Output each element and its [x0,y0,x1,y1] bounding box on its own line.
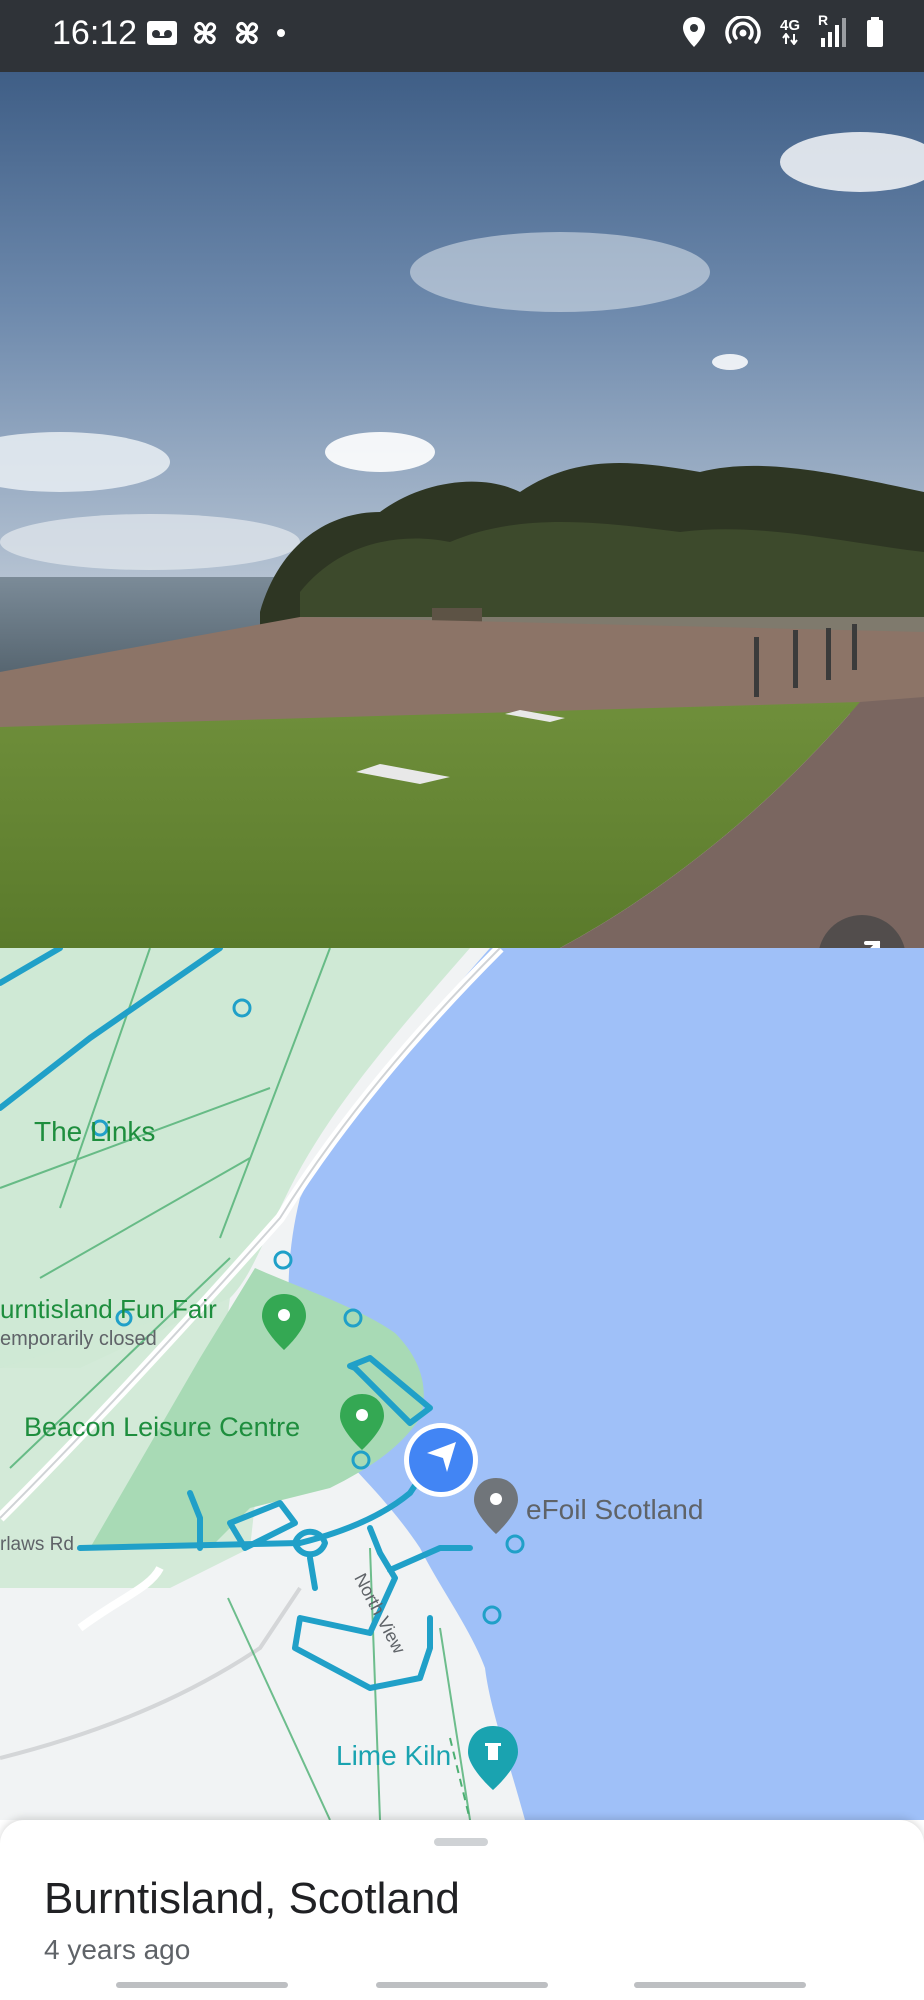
hotspot-icon [725,16,761,44]
map-label-efoil-scotland[interactable]: eFoil Scotland [526,1494,703,1526]
place-title: Burntisland, Scotland [44,1874,460,1923]
battery-icon [867,17,883,47]
signal-icon [821,18,846,47]
dot-icon [277,29,285,37]
nav-indicator-right [634,1982,806,1988]
map-label-road: rlaws Rd [0,1534,74,1555]
expand-icon [864,941,880,948]
map-label-the-links[interactable]: The Links [34,1116,155,1148]
street-view-panorama[interactable] [0,72,924,948]
map-label-leisure-centre[interactable]: Beacon Leisure Centre [24,1412,300,1443]
map-view[interactable]: The Links urntisland Fun Fair emporarily… [0,948,924,1820]
current-location-marker [404,1423,478,1497]
place-bottom-sheet[interactable]: Burntisland, Scotland 4 years ago [0,1820,924,2000]
status-time: 16:12 [52,14,138,52]
place-date: 4 years ago [44,1934,191,1965]
lime-kiln-pin[interactable] [468,1726,518,1790]
voicemail-icon [147,21,177,45]
status-system-icons: 4G R [682,12,884,48]
location-icon [682,17,705,47]
status-notification-icons [146,18,288,48]
map-label-fun-fair-status: emporarily closed [0,1328,157,1350]
network-type-label: 4G [779,17,800,34]
street-view-image [0,72,924,948]
nav-indicator-center [376,1982,548,1988]
sheet-drag-handle[interactable] [434,1838,488,1846]
nav-indicator-left [116,1982,288,1988]
map-canvas [0,948,924,1820]
map-label-fun-fair[interactable]: urntisland Fun Fair [0,1294,217,1325]
status-bar: 16:12 4G R [0,0,924,72]
map-label-lime-kiln[interactable]: Lime Kiln [336,1740,451,1772]
fan-icon [193,21,217,45]
fan-icon [235,21,259,45]
data-arrows-icon [782,33,798,45]
